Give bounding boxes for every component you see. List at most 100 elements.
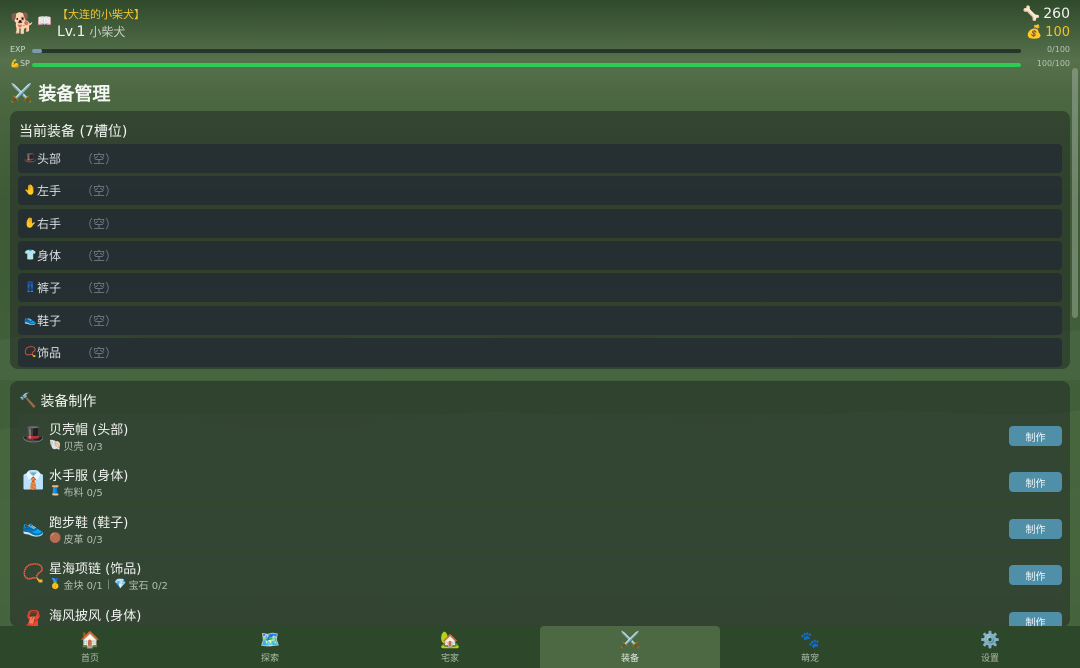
nav-item-house[interactable]: 🏡 宅家 [360,626,540,668]
slot-name: 裤子 [37,281,62,296]
nav-item-home[interactable]: 🏠 首页 [0,626,180,668]
nav-item-equipment[interactable]: ⚔️ 装备 [540,626,720,668]
coin-count: 100 [1045,25,1070,40]
nav-label: 装备 [620,653,639,664]
craft-button[interactable]: 制作 [1009,426,1062,446]
crafting-heading-text: 装备制作 [40,394,97,410]
slot-name: 左手 [37,184,62,199]
craft-button[interactable]: 制作 [1009,565,1062,586]
equipment-slot[interactable]: 🎩 头部 （空） [18,144,1062,173]
item-materials: 🐚 贝壳 0/3 [49,438,103,453]
slot-name: 鞋子 [37,313,62,328]
mat-separator: | [106,579,111,591]
sp-track [32,63,1021,67]
settings-icon: ⚙️ [980,629,1000,649]
level-value: Lv.1 [57,24,86,40]
sp-label: 💪SP [10,59,30,68]
bottom-nav: 🏠 首页 🗺️ 探索 🏡 宅家 ⚔️ 装备 🐾 萌宠 ⚙️ 设置 [0,626,1080,668]
exp-bar: EXP 0/100 [0,45,1080,57]
craft-item: 📿 星海项链 (饰品) 🥇 金块 0/1 | 💎 宝石 0/2 制作 [18,553,1062,596]
material-text: 布料 0/5 [63,488,103,500]
sp-value: 100/100 [1036,59,1070,68]
equipment-slot[interactable]: 📿 饰品 （空） [18,337,1062,367]
equipment-slot[interactable]: 🤚 左手 （空） [18,176,1062,206]
slot-value: （空） [81,313,118,328]
crafting-panel: 🔨 装备制作 🎩 贝壳帽 (头部) 🐚 贝壳 0/3 制作 👔 水手服 (身体) 🧵 布料 0/… [10,381,1070,627]
bone-count: 260 [1043,6,1070,22]
equipment-slot[interactable]: 👟 鞋子 （空） [18,305,1062,335]
slot-icon: 🎩 [24,153,37,164]
house-icon: 🏡 [440,629,460,649]
slot-name: 身体 [37,248,62,263]
exp-fill [32,49,42,53]
item-icon: 👔 [22,470,45,492]
material-text: 贝壳 0/3 [63,442,103,453]
level-display: Lv.1 小柴犬 [57,23,125,40]
current-equipment-heading: 当前装备 (7槽位) [19,124,128,140]
slot-name: 右手 [37,216,62,231]
item-icon: 📿 [22,563,45,585]
material-text: 皮革 0/3 [63,534,103,546]
material-text: 金块 0/1 [63,581,103,593]
coin-counter: 💰 100 [1026,25,1070,40]
crafting-heading: 🔨 装备制作 [19,391,96,411]
craft-button[interactable]: 制作 [1009,472,1062,493]
nav-item-pets[interactable]: 🐾 萌宠 [720,626,900,668]
exp-value: 0/100 [1046,45,1070,54]
slot-icon: 🤚 [24,185,37,197]
breed-label: 小柴犬 [89,25,126,39]
material-text: 宝石 0/2 [128,581,168,593]
nav-label: 首页 [80,653,99,664]
slot-icon: ✋ [24,217,37,229]
slot-value: （空） [81,281,118,296]
dog-icon[interactable]: 🐕 [10,12,35,34]
item-title: 海风披风 (身体) [49,608,142,624]
slot-value: （空） [81,184,118,199]
equipment-icon: ⚔️ [620,629,640,649]
item-materials: 🥇 金块 0/1 | 💎 宝石 0/2 [49,577,168,592]
page-title-text: 装备管理 [38,84,111,105]
craft-button[interactable]: 制作 [1009,518,1062,539]
crossed-swords-icon: ⚔️ [10,82,33,104]
slot-icon: 👟 [24,314,37,326]
equipment-slot[interactable]: 👖 裤子 （空） [18,273,1062,303]
craft-item: 🎩 贝壳帽 (头部) 🐚 贝壳 0/3 制作 [18,414,1062,456]
home-icon: 🏠 [80,629,100,649]
nav-label: 宅家 [440,653,459,664]
nav-item-settings[interactable]: ⚙️ 设置 [900,626,1080,668]
slot-value: （空） [81,152,118,166]
craft-button[interactable]: 制作 [1009,611,1062,627]
material-icon: 💎 [114,579,127,591]
item-title: 贝壳帽 (头部) [49,423,129,438]
craft-item: 👔 水手服 (身体) 🧵 布料 0/5 制作 [18,460,1062,503]
item-title: 跑步鞋 (鞋子) [49,515,129,531]
hammer-icon: 🔨 [19,393,37,409]
item-materials: 🧵 布料 0/5 [49,484,103,499]
money-bag-icon: 💰 [1025,25,1043,40]
page-title: ⚔️ 装备管理 [10,80,110,106]
equipment-slot[interactable]: ✋ 右手 （空） [18,208,1062,238]
craft-item: 🧣 海风披风 (身体) 制作 [18,599,1062,627]
item-title: 星海项链 (饰品) [49,562,142,578]
exp-track [32,49,1021,53]
bone-counter: 🦴 260 [1023,6,1070,22]
exp-label: EXP [10,45,26,54]
slot-name: 饰品 [37,345,62,360]
pets-icon: 🐾 [800,629,820,649]
sp-bar: 💪SP 100/100 [0,59,1080,71]
book-icon[interactable]: 📖 [37,14,52,28]
material-icon: 🐚 [49,440,62,451]
nav-item-explore[interactable]: 🗺️ 探索 [180,626,360,668]
slot-name: 头部 [37,152,62,166]
sp-fill [32,63,1021,67]
scrollbar[interactable] [1072,68,1078,318]
equipment-slot[interactable]: 👕 身体 （空） [18,240,1062,270]
slot-value: （空） [81,345,118,360]
slot-icon: 👕 [24,249,37,261]
nav-label: 设置 [980,653,999,664]
item-icon: 🎩 [22,424,45,445]
explore-icon: 🗺️ [260,629,280,649]
status-header: 🐕 📖 【大连的小柴犬】 Lv.1 小柴犬 🦴 260 💰 100 EXP 0/1… [0,0,1080,72]
item-icon: 👟 [22,516,45,538]
item-icon: 🧣 [22,609,45,627]
